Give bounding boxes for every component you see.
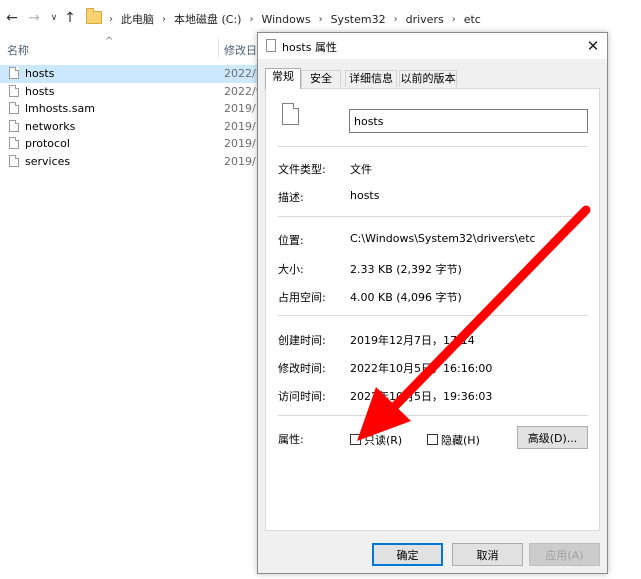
sort-up-icon: ^ xyxy=(105,36,114,47)
file-name: protocol xyxy=(25,137,70,150)
disk-size-label: 占用空间: xyxy=(278,291,326,304)
divider xyxy=(278,415,588,416)
advanced-button[interactable]: 高级(D)... xyxy=(517,426,588,449)
dialog-titlebar[interactable]: hosts 属性 ✕ xyxy=(258,33,607,59)
attributes-label: 属性: xyxy=(278,433,304,446)
size-value: 2.33 KB (2,392 字节) xyxy=(350,263,462,276)
chevron-right-icon[interactable]: › xyxy=(162,14,166,25)
chevron-down-icon[interactable]: ∨ xyxy=(46,10,62,26)
accessed-label: 访问时间: xyxy=(278,390,326,403)
description-value: hosts xyxy=(350,189,380,202)
hidden-checkbox[interactable] xyxy=(427,434,438,445)
created-label: 创建时间: xyxy=(278,334,326,347)
description-label: 描述: xyxy=(278,191,304,204)
location-value: C:\Windows\System32\drivers\etc xyxy=(350,232,536,245)
size-label: 大小: xyxy=(278,263,304,276)
breadcrumb-item[interactable]: System32 xyxy=(331,13,386,26)
file-icon xyxy=(9,154,19,167)
file-date: 2022/9 xyxy=(224,84,258,98)
file-name: networks xyxy=(25,119,76,133)
modified-value: 2022年10月5日，16:16:00 xyxy=(350,362,493,375)
chevron-right-icon[interactable]: › xyxy=(394,14,398,25)
file-name: hosts xyxy=(25,67,55,80)
filename-input[interactable] xyxy=(349,109,588,133)
accessed-value: 2022年10月5日，19:36:03 xyxy=(350,390,493,403)
back-arrow-icon[interactable]: ← xyxy=(4,10,20,26)
file-icon xyxy=(9,137,19,149)
type-label: 文件类型: xyxy=(278,163,326,176)
file-date: 2019/1 xyxy=(224,119,258,133)
tab-security[interactable]: 安全 xyxy=(301,70,341,87)
column-name[interactable]: 名称 xyxy=(7,42,29,58)
breadcrumb-item[interactable]: 本地磁盘 (C:) xyxy=(174,11,241,27)
file-date: 2022/1 xyxy=(224,67,258,80)
breadcrumb-item[interactable]: etc xyxy=(464,13,481,26)
close-icon[interactable]: ✕ xyxy=(579,33,607,59)
breadcrumb-item[interactable]: Windows xyxy=(261,13,310,26)
address-bar: ← → ∨ ↑ › 此电脑 › 本地磁盘 (C:) › Windows › System32 ›… xyxy=(0,0,641,36)
tab-details[interactable]: 详细信息 xyxy=(345,70,397,87)
file-name: hosts xyxy=(25,84,55,98)
file-date: 2019/1 xyxy=(224,102,258,115)
column-divider[interactable] xyxy=(218,38,219,58)
file-row[interactable]: hosts 2022/9 xyxy=(0,83,258,101)
file-icon xyxy=(9,102,19,114)
hidden-label[interactable]: 隐藏(H) xyxy=(441,432,480,448)
readonly-checkbox[interactable] xyxy=(350,434,361,445)
location-label: 位置: xyxy=(278,234,304,247)
file-icon xyxy=(282,103,299,125)
file-row[interactable]: services 2019/1 xyxy=(0,153,258,171)
forward-arrow-icon[interactable]: → xyxy=(26,10,42,26)
file-row[interactable]: hosts 2022/1 xyxy=(0,65,258,83)
breadcrumb-item[interactable]: 此电脑 xyxy=(121,11,154,27)
file-date: 2019/1 xyxy=(224,137,258,150)
modified-label: 修改时间: xyxy=(278,362,326,375)
chevron-right-icon[interactable]: › xyxy=(319,14,323,25)
readonly-label[interactable]: 只读(R) xyxy=(364,432,402,448)
dialog-title: hosts 属性 xyxy=(282,41,337,54)
tab-page-general: 文件类型: 文件 描述: hosts 位置: C:\Windows\System… xyxy=(265,88,600,531)
file-row[interactable]: networks 2019/1 xyxy=(0,118,258,136)
column-header: ^ 名称 修改日期 xyxy=(0,36,268,58)
cancel-button[interactable]: 取消 xyxy=(452,543,523,566)
file-name: lmhosts.sam xyxy=(25,102,95,115)
tab-general[interactable]: 常规 xyxy=(265,68,301,89)
file-row[interactable]: lmhosts.sam 2019/1 xyxy=(0,100,258,118)
properties-dialog: hosts 属性 ✕ 常规 安全 详细信息 以前的版本 文件类型: 文件 描述:… xyxy=(257,32,608,574)
file-icon xyxy=(9,119,19,132)
type-value: 文件 xyxy=(350,163,372,176)
up-arrow-icon[interactable]: ↑ xyxy=(62,10,78,26)
file-name: services xyxy=(25,154,71,168)
disk-size-value: 4.00 KB (4,096 字节) xyxy=(350,291,462,304)
breadcrumb-item[interactable]: drivers xyxy=(406,13,444,26)
file-icon xyxy=(9,67,19,79)
chevron-right-icon[interactable]: › xyxy=(249,14,253,25)
divider xyxy=(278,146,588,147)
file-date: 2019/1 xyxy=(224,154,258,168)
ok-button[interactable]: 确定 xyxy=(372,543,443,566)
chevron-right-icon[interactable]: › xyxy=(109,14,113,25)
breadcrumb: › 此电脑 › 本地磁盘 (C:) › Windows › System32 › drivers ›… xyxy=(101,11,481,27)
file-row[interactable]: protocol 2019/1 xyxy=(0,135,258,153)
tab-previous-versions[interactable]: 以前的版本 xyxy=(399,70,457,87)
divider xyxy=(278,315,588,316)
file-icon xyxy=(9,84,19,97)
created-value: 2019年12月7日，17:14 xyxy=(350,334,475,347)
file-list: hosts2022/1hosts2022/9lmhosts.sam2019/1n… xyxy=(0,65,258,170)
folder-icon xyxy=(86,8,102,24)
chevron-right-icon[interactable]: › xyxy=(452,14,456,25)
apply-button[interactable]: 应用(A) xyxy=(529,543,600,566)
file-icon xyxy=(266,39,276,52)
divider xyxy=(278,216,588,217)
